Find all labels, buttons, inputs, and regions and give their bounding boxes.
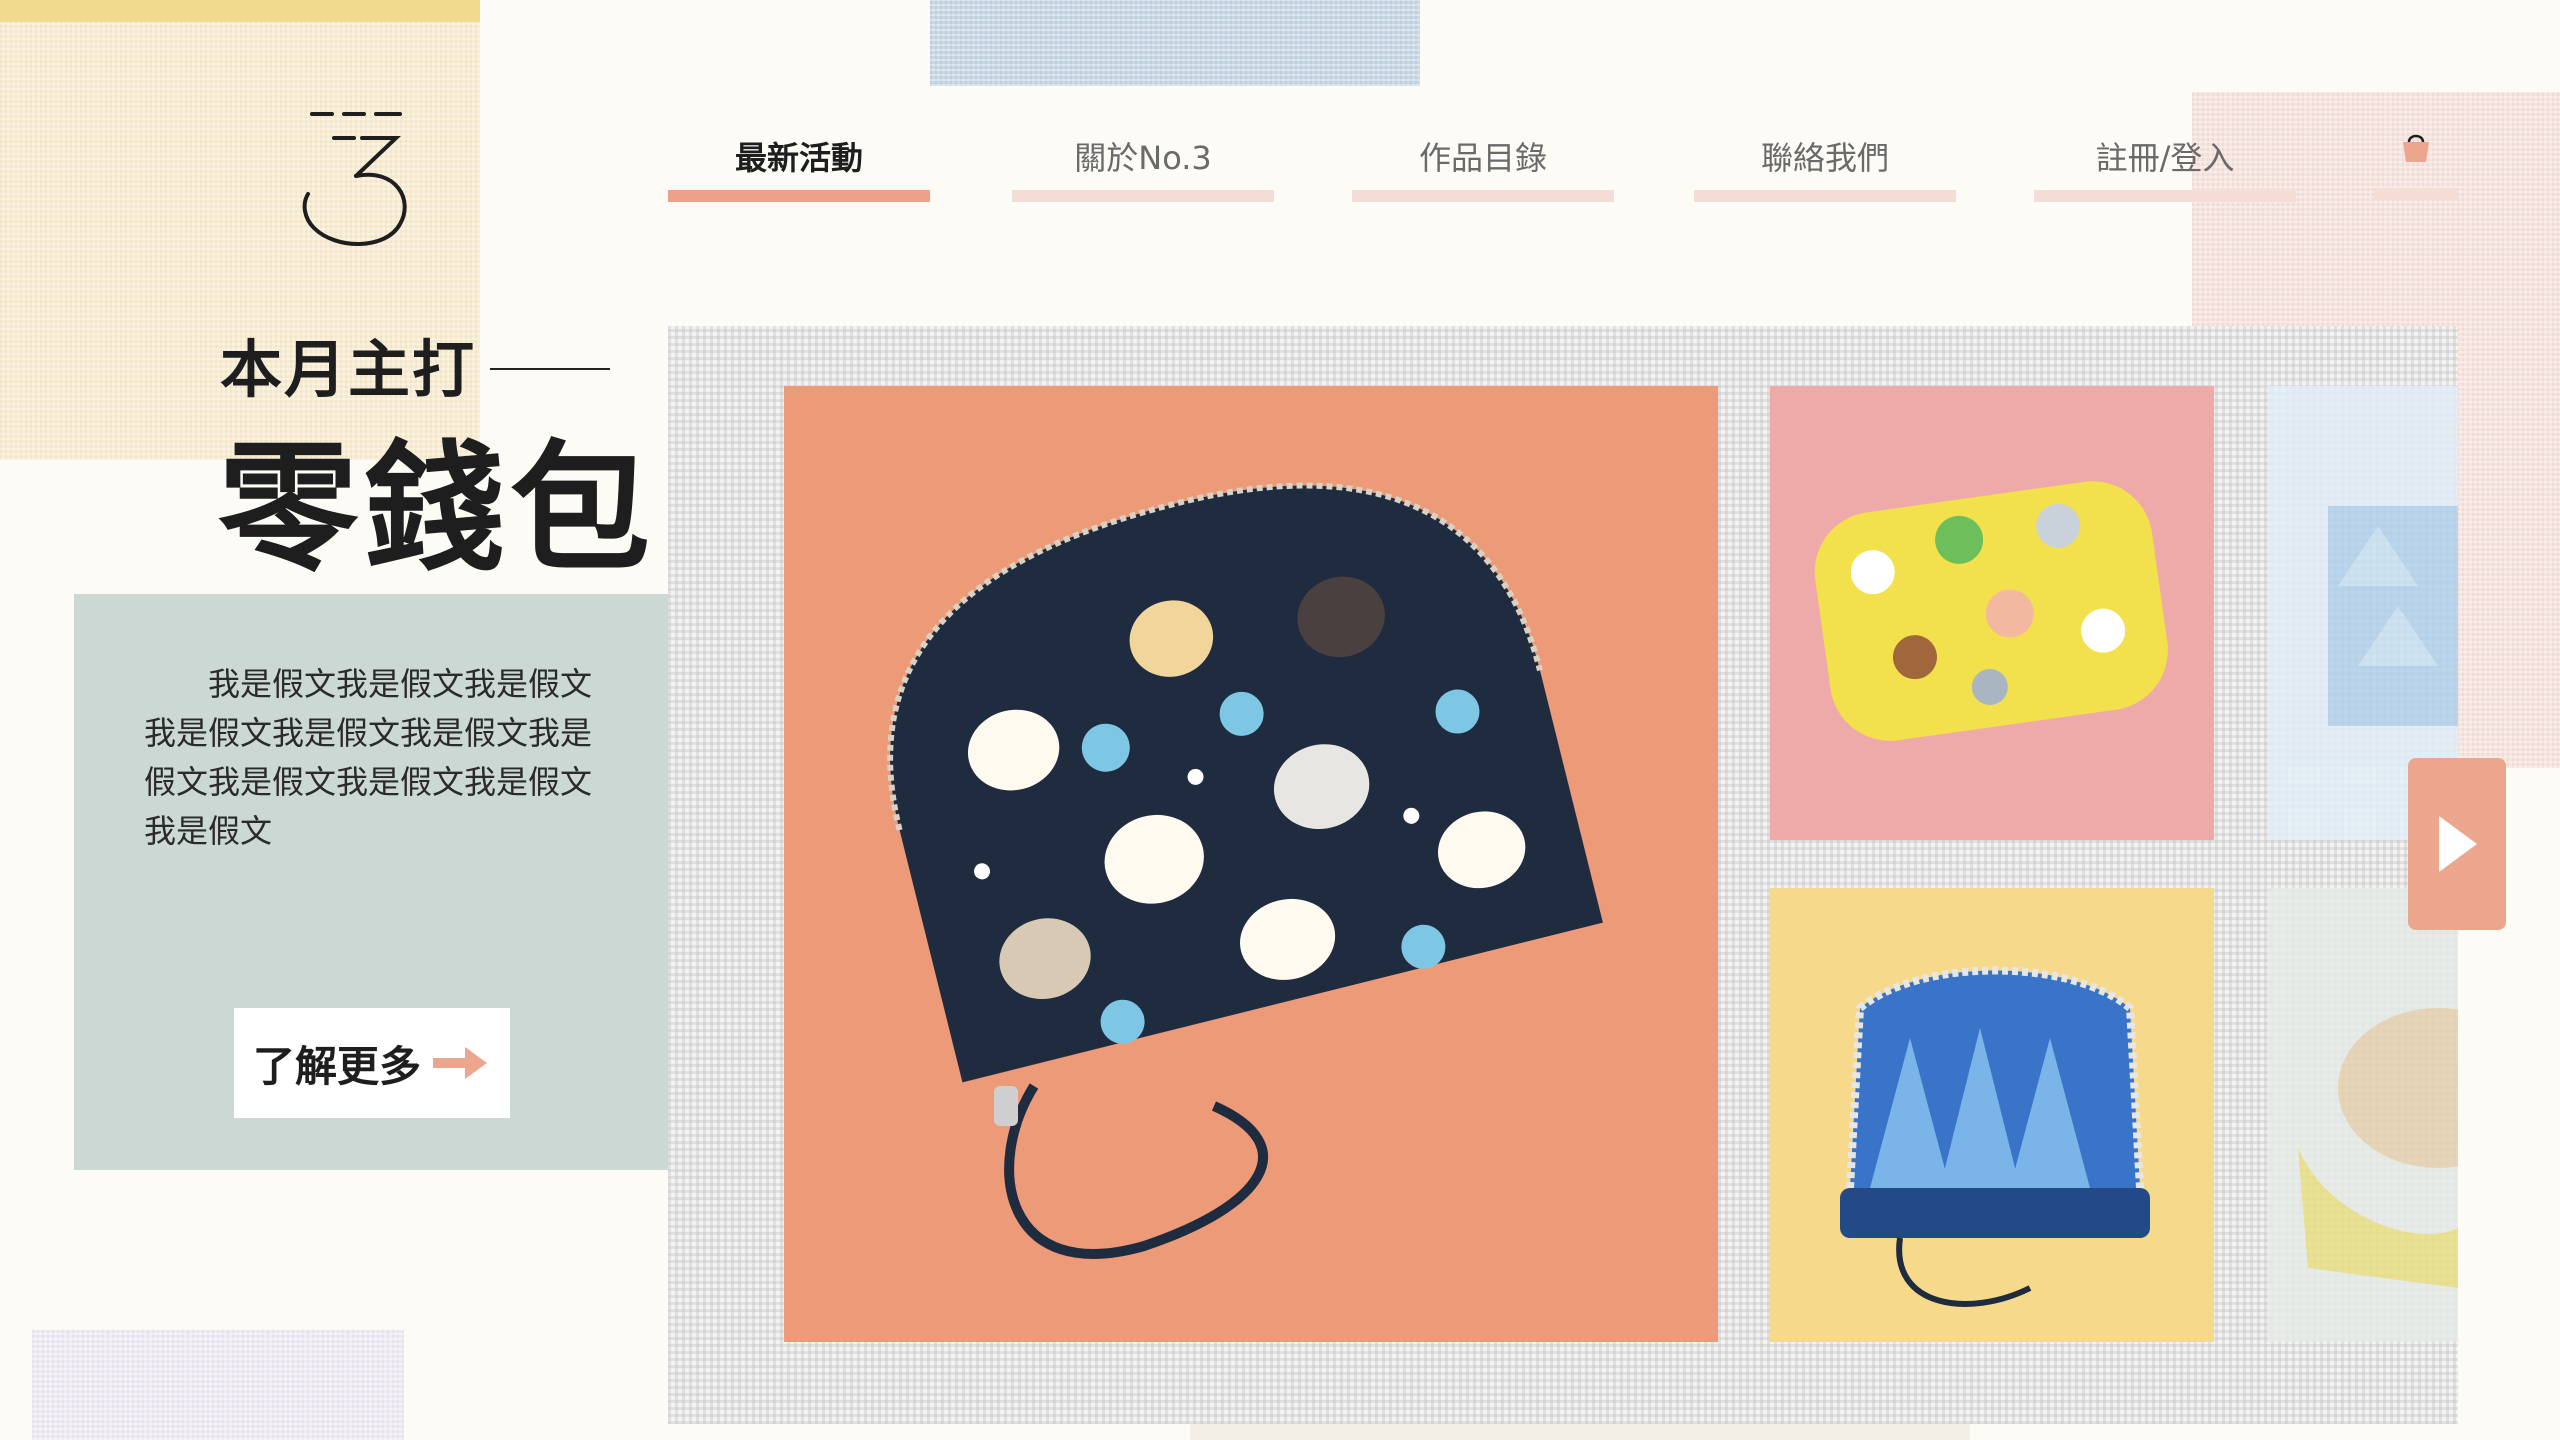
gallery-next-button[interactable] [2408, 758, 2506, 930]
cart-button[interactable] [2374, 130, 2458, 200]
cat-print-purse-image [887, 482, 1603, 1259]
nav-item-label: 註冊/登入 [2095, 139, 2235, 177]
nav-item-label: 聯絡我們 [1760, 139, 1889, 177]
description-text: 我是假文我是假文我是假文我是假文我是假文我是假文我是假文我是假文我是假文我是假文… [144, 665, 593, 850]
yellow-purse-peek-image [2298, 1008, 2458, 1288]
product-card-peek-yellow[interactable] [2268, 888, 2458, 1342]
month-featured-label: 本月主打 [220, 333, 477, 406]
arrow-right-icon [433, 1047, 487, 1079]
nav-item-catalog[interactable]: 作品目錄 [1352, 136, 1614, 202]
accordion-purse-image [1840, 966, 2150, 1307]
cart-underline [2374, 188, 2458, 200]
learn-more-label: 了解更多 [252, 1041, 421, 1091]
nav-underline [668, 190, 930, 202]
product-card-animal-purse[interactable] [1770, 386, 2214, 840]
brand-logo[interactable] [296, 104, 416, 254]
blue-fabric-swatch [930, 0, 1420, 86]
product-card-cat-purse[interactable] [784, 386, 1718, 1342]
animal-print-purse-image [1814, 481, 2168, 741]
nav-item-contact[interactable]: 聯絡我們 [1694, 136, 1956, 202]
nav-underline [1694, 190, 1956, 202]
nav-item-label: 作品目錄 [1418, 139, 1547, 177]
nav-item-latest-events[interactable]: 最新活動 [668, 136, 930, 202]
shopping-bag-icon [2403, 134, 2429, 162]
nav-underline [1352, 190, 1614, 202]
top-yellow-strip [0, 0, 480, 22]
nav-item-label: 最新活動 [734, 139, 863, 177]
play-arrow-icon [2439, 816, 2477, 872]
nav-underline [1012, 190, 1274, 202]
nav-item-login[interactable]: 註冊/登入 [2034, 136, 2296, 202]
description-panel: 我是假文我是假文我是假文我是假文我是假文我是假文我是假文我是假文我是假文我是假文… [74, 594, 668, 1170]
bottom-decor-strip [1190, 1424, 1970, 1440]
nav-item-label: 關於No.3 [1074, 139, 1212, 177]
nav-item-about[interactable]: 關於No.3 [1012, 136, 1274, 202]
lilac-fabric-swatch [32, 1330, 404, 1440]
nav-underline [2034, 190, 2296, 202]
page-headline: 零錢包 [218, 428, 657, 591]
decorative-line [490, 368, 610, 370]
learn-more-button[interactable]: 了解更多 [234, 1008, 510, 1118]
product-gallery [668, 326, 2458, 1424]
product-card-accordion-purse[interactable] [1770, 888, 2214, 1342]
logo-three-icon [302, 112, 407, 246]
